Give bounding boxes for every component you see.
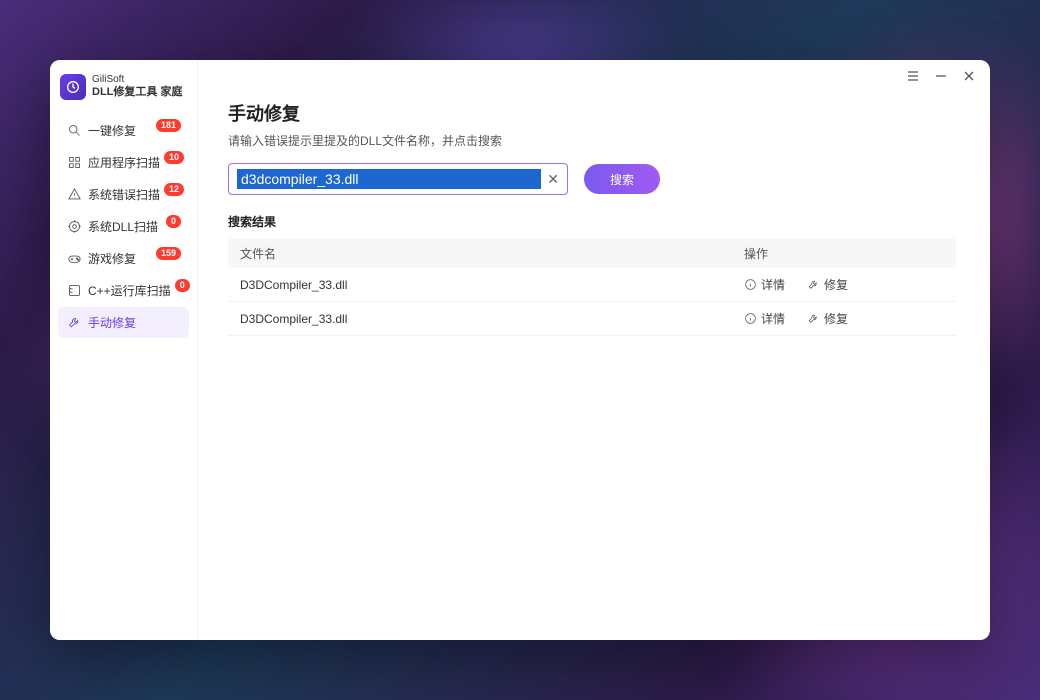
detail-button[interactable]: 详情 [744, 310, 785, 327]
repair-label: 修复 [824, 276, 848, 293]
col-header-action: 操作 [744, 245, 944, 262]
brand-line2: DLL修复工具 家庭 [92, 86, 182, 99]
repair-button[interactable]: 修复 [807, 276, 848, 293]
target-icon [66, 219, 82, 235]
cpp-icon [66, 283, 82, 299]
sidebar-item-game-repair[interactable]: 游戏修复 159 [58, 243, 189, 274]
sidebar-item-label: 手动修复 [88, 314, 181, 331]
brand-logo-icon [60, 74, 86, 100]
tools-icon [66, 315, 82, 331]
sidebar-item-label: 系统DLL扫描 [88, 218, 162, 235]
main-panel: 手动修复 请输入错误提示里提及的DLL文件名称，并点击搜索 ✕ 搜索 搜索结果 … [198, 60, 990, 640]
info-icon [744, 312, 757, 325]
brand-line1: GiliSoft [92, 74, 182, 86]
sidebar-item-label: 系统错误扫描 [88, 186, 160, 203]
badge: 12 [164, 183, 184, 196]
brand-text: GiliSoft DLL修复工具 家庭 [92, 74, 182, 99]
close-icon[interactable] [962, 69, 976, 83]
sidebar-item-cpp-runtime-scan[interactable]: C++运行库扫描 0 [58, 275, 189, 306]
badge: 181 [156, 119, 181, 132]
sidebar-nav: 一键修复 181 应用程序扫描 10 系统错误扫描 12 系统DLL扫描 0 游戏修复 159 C+… [50, 115, 197, 338]
sidebar-item-one-click-repair[interactable]: 一键修复 181 [58, 115, 189, 146]
detail-label: 详情 [761, 276, 785, 293]
detail-button[interactable]: 详情 [744, 276, 785, 293]
badge: 10 [164, 151, 184, 164]
repair-button[interactable]: 修复 [807, 310, 848, 327]
wrench-icon [807, 278, 820, 291]
sidebar-item-label: C++运行库扫描 [88, 282, 171, 299]
search-input[interactable] [237, 169, 541, 189]
info-icon [744, 278, 757, 291]
sidebar-item-manual-repair[interactable]: 手动修复 [58, 307, 189, 338]
menu-icon[interactable] [906, 69, 920, 83]
sidebar: GiliSoft DLL修复工具 家庭 一键修复 181 应用程序扫描 10 系统错误扫… [50, 60, 198, 640]
results-label: 搜索结果 [228, 213, 956, 230]
sidebar-item-label: 应用程序扫描 [88, 154, 160, 171]
page-subtitle: 请输入错误提示里提及的DLL文件名称，并点击搜索 [228, 132, 956, 149]
badge: 0 [175, 279, 190, 292]
sidebar-item-label: 一键修复 [88, 122, 152, 139]
grid-scan-icon [66, 155, 82, 171]
page-title: 手动修复 [228, 100, 956, 126]
gamepad-icon [66, 251, 82, 267]
table-row: D3DCompiler_33.dll 详情 修复 [228, 302, 956, 336]
results-table: 文件名 操作 D3DCompiler_33.dll详情修复D3DCompiler… [228, 238, 956, 336]
window-titlebar [892, 60, 990, 92]
badge: 0 [166, 215, 181, 228]
repair-label: 修复 [824, 310, 848, 327]
clear-icon[interactable]: ✕ [547, 171, 559, 188]
table-header: 文件名 操作 [228, 238, 956, 268]
cell-filename: D3DCompiler_33.dll [240, 312, 744, 326]
search-button[interactable]: 搜索 [584, 164, 660, 194]
wrench-icon [807, 312, 820, 325]
sidebar-item-label: 游戏修复 [88, 250, 152, 267]
table-row: D3DCompiler_33.dll 详情 修复 [228, 268, 956, 302]
detail-label: 详情 [761, 310, 785, 327]
app-window: GiliSoft DLL修复工具 家庭 一键修复 181 应用程序扫描 10 系统错误扫… [50, 60, 990, 640]
brand: GiliSoft DLL修复工具 家庭 [50, 74, 197, 114]
sidebar-item-app-scan[interactable]: 应用程序扫描 10 [58, 147, 189, 178]
sidebar-item-sys-dll-scan[interactable]: 系统DLL扫描 0 [58, 211, 189, 242]
minimize-icon[interactable] [934, 69, 948, 83]
badge: 159 [156, 247, 181, 260]
table-body: D3DCompiler_33.dll详情修复D3DCompiler_33.dll… [228, 268, 956, 336]
search-row: ✕ 搜索 [228, 163, 956, 195]
search-box: ✕ [228, 163, 568, 195]
warning-scan-icon [66, 187, 82, 203]
sidebar-item-sys-error-scan[interactable]: 系统错误扫描 12 [58, 179, 189, 210]
cell-filename: D3DCompiler_33.dll [240, 278, 744, 292]
col-header-name: 文件名 [240, 245, 744, 262]
magnify-gear-icon [66, 123, 82, 139]
